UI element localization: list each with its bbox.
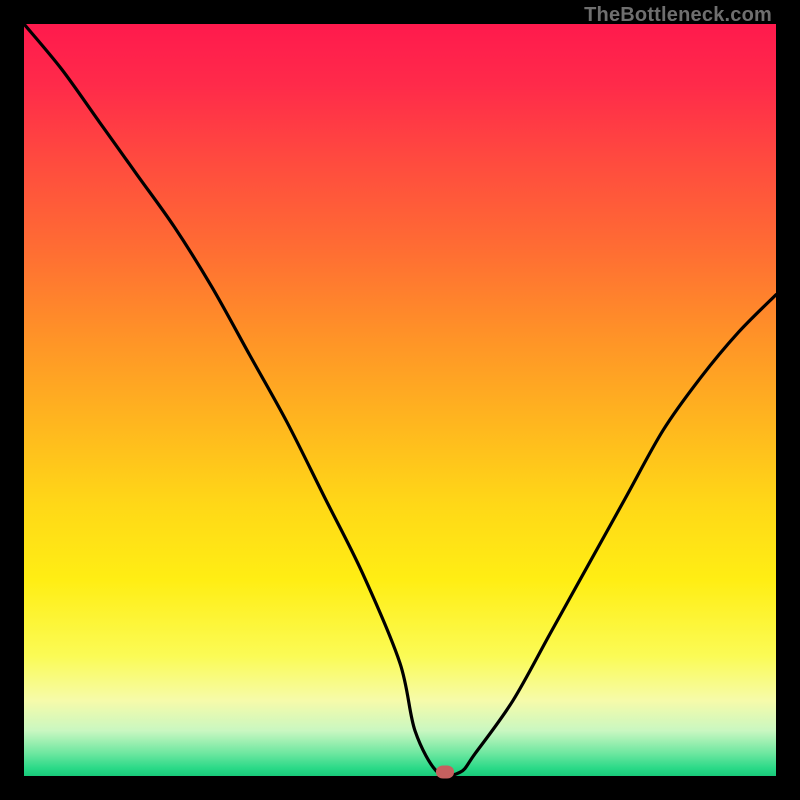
bottleneck-curve	[24, 24, 776, 776]
plot-area	[24, 24, 776, 776]
chart-frame: TheBottleneck.com	[0, 0, 800, 800]
minimum-marker	[436, 766, 454, 779]
watermark-text: TheBottleneck.com	[584, 4, 772, 27]
